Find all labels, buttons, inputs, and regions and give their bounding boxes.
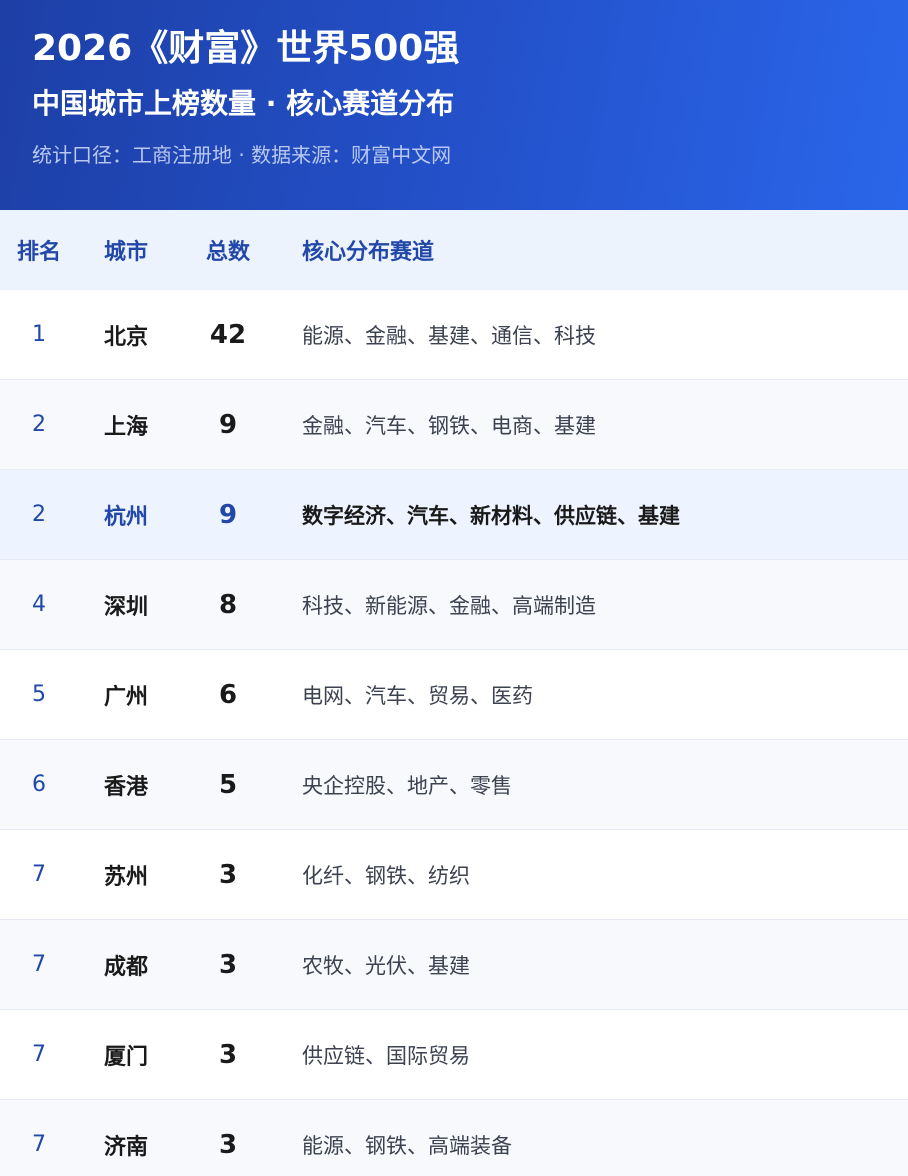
rank-cell: 1 (32, 322, 46, 347)
table-header: 排名 城市 总数 核心分布赛道 (0, 210, 908, 290)
page-title: 2026《财富》世界500强 (32, 28, 460, 69)
total-cell: 3 (218, 1039, 238, 1070)
table-row: 1 北京 42 能源、金融、基建、通信、科技 (0, 290, 908, 380)
total-cell: 8 (218, 589, 238, 620)
source-note: 统计口径：工商注册地 · 数据来源：财富中文网 (32, 143, 452, 167)
sectors-cell: 电网、汽车、贸易、医药 (302, 683, 533, 708)
rank-cell: 7 (32, 952, 46, 977)
city-cell: 成都 (104, 954, 149, 980)
sectors-cell: 农牧、光伏、基建 (302, 953, 470, 978)
total-cell: 5 (218, 769, 238, 800)
ranking-table: 排名 城市 总数 核心分布赛道 1 北京 42 能源、金融、基建、通信、科技 2… (0, 210, 908, 1176)
column-header-sectors: 核心分布赛道 (302, 240, 435, 265)
sectors-cell: 化纤、钢铁、纺织 (302, 863, 470, 888)
rank-cell: 6 (32, 772, 46, 797)
total-cell: 3 (218, 859, 238, 890)
sectors-cell: 央企控股、地产、零售 (302, 773, 512, 798)
city-cell: 杭州 (104, 504, 149, 530)
table-row-highlighted: 2 杭州 9 数字经济、汽车、新材料、供应链、基建 (0, 470, 908, 560)
city-cell: 北京 (104, 324, 149, 350)
rank-cell: 2 (32, 502, 46, 527)
rank-cell: 7 (32, 862, 46, 887)
rank-cell: 4 (32, 592, 46, 617)
table-row: 4 深圳 8 科技、新能源、金融、高端制造 (0, 560, 908, 650)
city-cell: 厦门 (104, 1044, 149, 1070)
rank-cell: 2 (32, 412, 46, 437)
city-cell: 济南 (104, 1134, 149, 1160)
total-cell: 9 (218, 409, 238, 440)
table-row: 5 广州 6 电网、汽车、贸易、医药 (0, 650, 908, 740)
rank-cell: 5 (32, 682, 46, 707)
city-cell: 香港 (104, 774, 149, 800)
sectors-cell: 能源、钢铁、高端装备 (302, 1133, 512, 1158)
city-cell: 苏州 (104, 864, 149, 890)
page: 2026《财富》世界500强 中国城市上榜数量 · 核心赛道分布 统计口径：工商… (0, 0, 908, 1176)
sectors-cell: 数字经济、汽车、新材料、供应链、基建 (302, 503, 680, 528)
rank-cell: 7 (32, 1042, 46, 1067)
rank-cell: 7 (32, 1132, 46, 1157)
table-row: 7 厦门 3 供应链、国际贸易 (0, 1010, 908, 1100)
table-row: 6 香港 5 央企控股、地产、零售 (0, 740, 908, 830)
table-row: 7 成都 3 农牧、光伏、基建 (0, 920, 908, 1010)
sectors-cell: 供应链、国际贸易 (302, 1043, 470, 1068)
city-cell: 上海 (104, 414, 149, 440)
table-row: 2 上海 9 金融、汽车、钢铁、电商、基建 (0, 380, 908, 470)
total-cell: 3 (218, 1129, 238, 1160)
total-cell: 9 (218, 499, 238, 530)
column-header-rank: 排名 (16, 240, 61, 265)
total-cell: 42 (209, 319, 247, 350)
total-cell: 6 (218, 679, 238, 710)
column-header-total: 总数 (205, 240, 250, 265)
city-cell: 深圳 (104, 594, 149, 620)
page-subtitle: 中国城市上榜数量 · 核心赛道分布 (32, 87, 455, 120)
column-header-city: 城市 (104, 240, 149, 265)
total-cell: 3 (218, 949, 238, 980)
city-cell: 广州 (104, 684, 149, 710)
header-banner: 2026《财富》世界500强 中国城市上榜数量 · 核心赛道分布 统计口径：工商… (0, 0, 908, 210)
sectors-cell: 能源、金融、基建、通信、科技 (302, 323, 596, 348)
sectors-cell: 金融、汽车、钢铁、电商、基建 (302, 413, 596, 438)
table-row: 7 苏州 3 化纤、钢铁、纺织 (0, 830, 908, 920)
table-row: 7 济南 3 能源、钢铁、高端装备 (0, 1100, 908, 1176)
sectors-cell: 科技、新能源、金融、高端制造 (302, 593, 596, 618)
